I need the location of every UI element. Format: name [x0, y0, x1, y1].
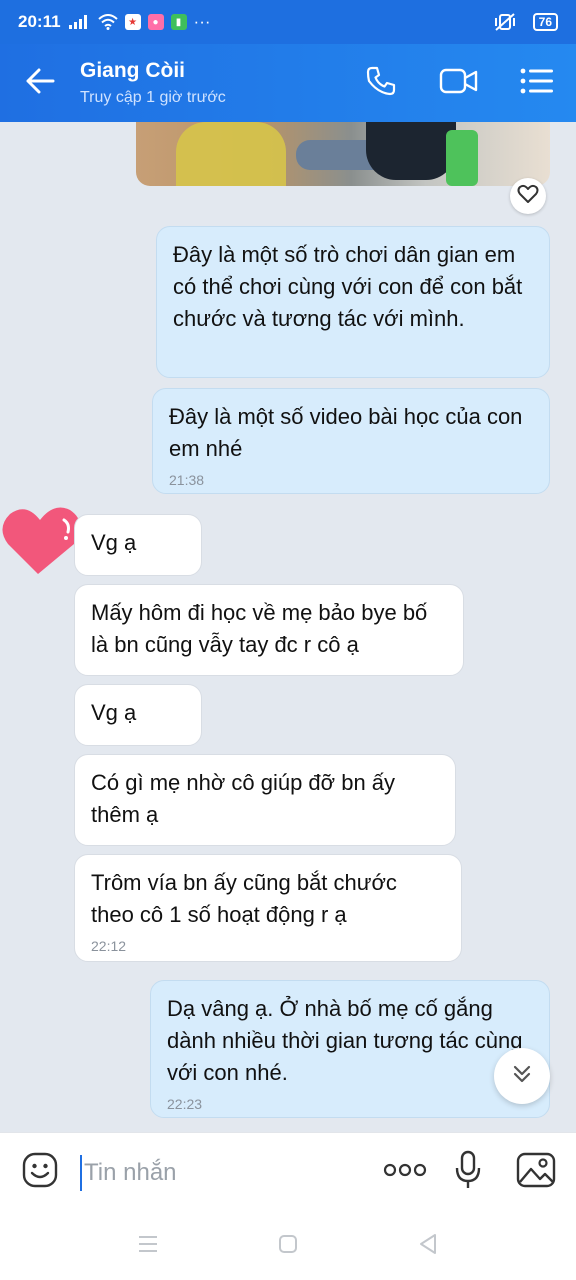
- shared-photo-preview[interactable]: [136, 122, 550, 186]
- message-time: 22:23: [167, 1096, 203, 1112]
- status-time: 20:11: [18, 12, 61, 31]
- emoji-icon: [22, 1152, 58, 1193]
- microphone-icon: [455, 1150, 481, 1195]
- options-menu-button[interactable]: [498, 44, 576, 122]
- composer-bar: Tin nhắn: [0, 1132, 576, 1212]
- contact-status: Truy cập 1 giờ trước: [80, 89, 226, 106]
- recent-apps-button[interactable]: [128, 1226, 168, 1266]
- back-button[interactable]: [0, 44, 80, 122]
- message-bubble-incoming[interactable]: Có gì mẹ nhờ cô giúp đỡ bn ấy thêm ạ: [74, 754, 456, 846]
- vibrate-icon: [494, 12, 516, 32]
- voice-message-button[interactable]: [440, 1133, 496, 1213]
- wifi-icon: [97, 14, 118, 30]
- message-bubble-incoming[interactable]: Vg ạ: [74, 684, 202, 746]
- text-cursor: [80, 1154, 82, 1191]
- system-back-button[interactable]: [408, 1226, 448, 1266]
- message-text: Dạ vâng ạ. Ở nhà bố mẹ cố gắng dành nhiề…: [167, 996, 523, 1085]
- message-input-placeholder: Tin nhắn: [84, 1158, 177, 1186]
- image-icon: [516, 1152, 556, 1193]
- more-options-icon: [383, 1163, 427, 1182]
- emoji-button[interactable]: [0, 1133, 80, 1213]
- back-icon: [418, 1233, 438, 1260]
- message-text: Trôm vía bn ấy cũng bắt chước theo cô 1 …: [91, 870, 397, 927]
- message-bubble-outgoing[interactable]: Đây là một số video bài học của con em n…: [152, 388, 550, 494]
- photo-figure: [176, 122, 286, 186]
- recent-apps-icon: [137, 1235, 159, 1258]
- message-bubble-incoming[interactable]: Mấy hôm đi học về mẹ bảo bye bố là bn cũ…: [74, 584, 464, 676]
- message-text: Đây là một số trò chơi dân gian em có th…: [173, 242, 523, 331]
- message-list[interactable]: Đây là một số trò chơi dân gian em có th…: [0, 122, 576, 1132]
- status-bar: 20:11 ★ ● ▮ ··· 76: [0, 0, 576, 44]
- system-navigation-bar: [0, 1212, 576, 1280]
- message-time: 22:12: [91, 938, 127, 954]
- react-button[interactable]: [510, 178, 546, 214]
- back-arrow-icon: [25, 68, 55, 99]
- overflow-icon: ···: [193, 12, 211, 31]
- photo-figure: [446, 130, 478, 186]
- signal-icon: [68, 15, 91, 29]
- photo-figure: [366, 122, 456, 180]
- message-text: Vg ạ: [91, 530, 137, 555]
- message-text: Mấy hôm đi học về mẹ bảo bye bố là bn cũ…: [91, 600, 428, 657]
- message-bubble-outgoing[interactable]: Dạ vâng ạ. Ở nhà bố mẹ cố gắng dành nhiề…: [150, 980, 550, 1118]
- video-call-button[interactable]: [420, 44, 498, 122]
- phone-icon: [365, 65, 397, 102]
- message-text: Vg ạ: [91, 700, 137, 725]
- home-icon: [278, 1234, 298, 1259]
- message-text: Đây là một số video bài học của con em n…: [169, 404, 523, 461]
- contact-name: Giang Còii: [80, 59, 185, 82]
- message-bubble-incoming[interactable]: Trôm vía bn ấy cũng bắt chước theo cô 1 …: [74, 854, 462, 962]
- app-notification-icon: ▮: [170, 14, 187, 30]
- home-button[interactable]: [268, 1226, 308, 1266]
- message-bubble-outgoing[interactable]: Đây là một số trò chơi dân gian em có th…: [156, 226, 550, 378]
- message-input[interactable]: Tin nhắn: [80, 1133, 370, 1213]
- more-options-button[interactable]: [370, 1133, 440, 1213]
- app-notification-icon: ★: [124, 14, 141, 30]
- menu-icon: [520, 68, 554, 99]
- battery-indicator: 76: [532, 13, 558, 31]
- video-call-icon: [439, 67, 479, 100]
- message-text: Có gì mẹ nhờ cô giúp đỡ bn ấy thêm ạ: [91, 770, 396, 827]
- message-time: 21:38: [169, 472, 205, 488]
- contact-info[interactable]: Giang Còii Truy cập 1 giờ trước: [80, 59, 342, 107]
- app-notification-icon: ●: [147, 14, 164, 30]
- chat-header: Giang Còii Truy cập 1 giờ trước: [0, 44, 576, 122]
- send-image-button[interactable]: [496, 1133, 576, 1213]
- double-chevron-down-icon: [510, 1062, 534, 1091]
- message-bubble-incoming[interactable]: Vg ạ: [74, 514, 202, 576]
- heart-outline-icon: [517, 184, 539, 209]
- scroll-to-bottom-button[interactable]: [494, 1048, 550, 1104]
- voice-call-button[interactable]: [342, 44, 420, 122]
